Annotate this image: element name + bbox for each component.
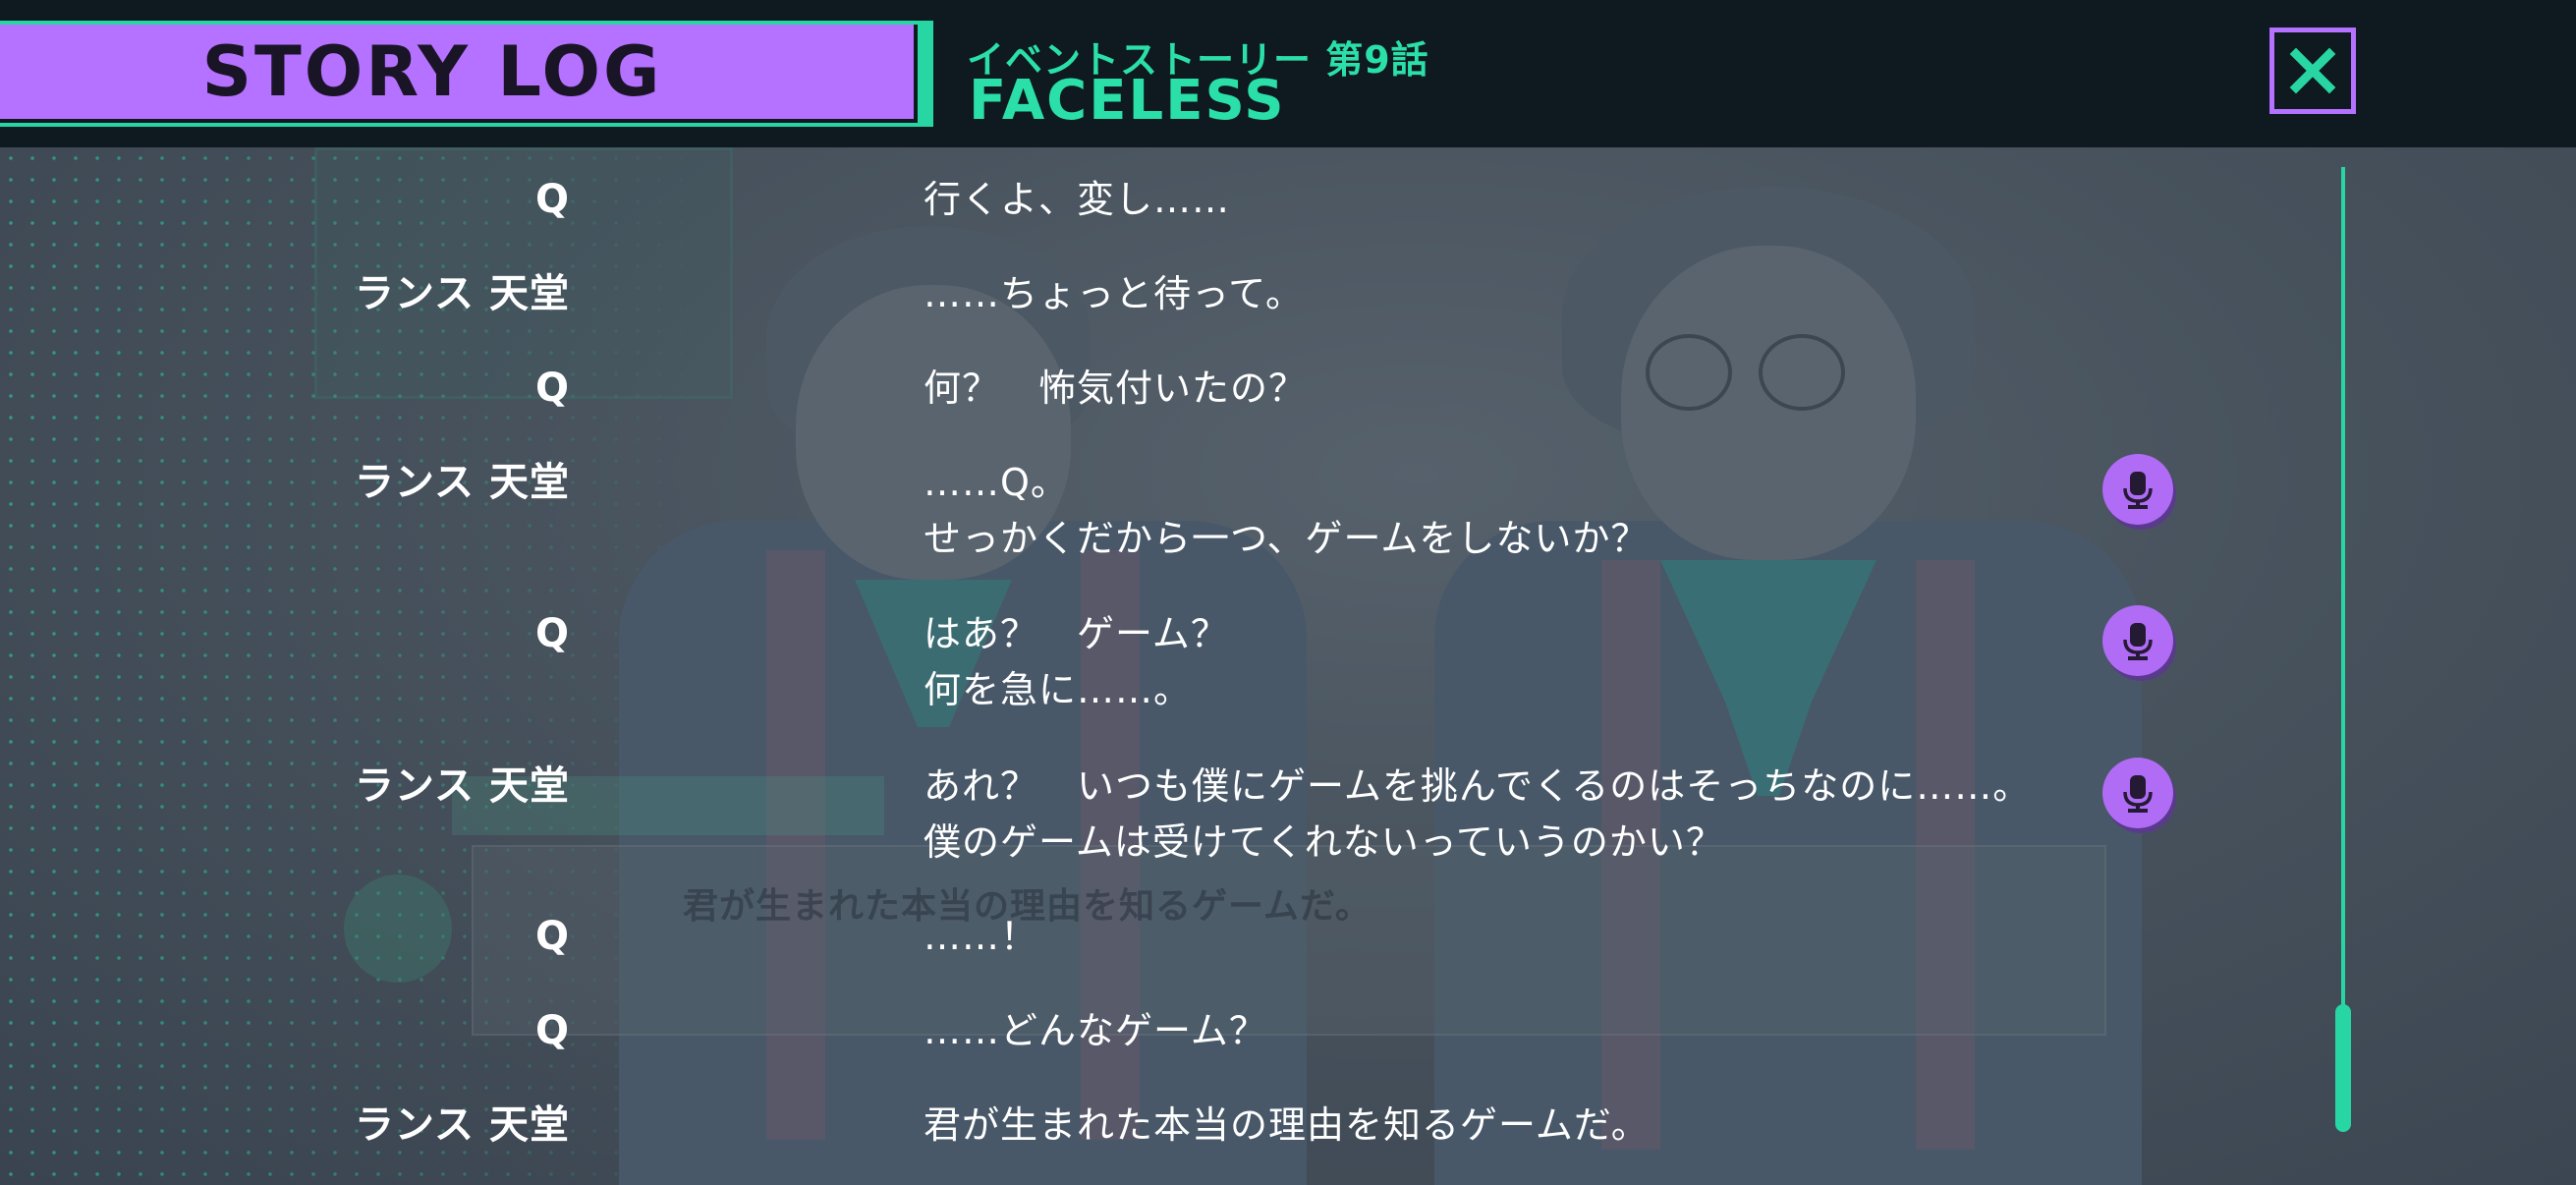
dialogue-line: 僕のゲームは受けてくれないっていうのかい？ xyxy=(924,820,1724,864)
page-title: STORY LOG xyxy=(201,31,663,112)
speaker-name: Q xyxy=(529,1008,570,1061)
dialogue-line: せっかくだから一つ、ゲームをしないか？ xyxy=(924,517,1650,560)
scrollbar-thumb[interactable] xyxy=(2335,1004,2351,1132)
dialogue-line: あれ？ いつも僕にゲームを挑んでくるのはそっちなのに……。 xyxy=(924,764,2032,808)
title-inner: STORY LOG xyxy=(0,25,918,123)
header-bar: STORY LOG イベントストーリー 第9話 FACELESS xyxy=(0,0,2576,147)
speaker-name: ランス 天堂 xyxy=(348,271,570,324)
voice-play-button[interactable] xyxy=(2102,454,2173,525)
dialogue-line: 何？ 怖気付いたの？ xyxy=(924,367,1308,410)
speaker-name: ランス 天堂 xyxy=(348,460,570,513)
dialogue-line: 行くよ、変し…… xyxy=(924,178,1231,221)
speaker-name: ランス 天堂 xyxy=(348,1102,570,1156)
voice-play-button[interactable] xyxy=(2102,605,2173,676)
dialogue-line: はあ？ ゲーム？ xyxy=(924,612,1229,655)
dialogue-line: ……どんなゲーム？ xyxy=(924,1009,1267,1052)
dialogue-line: ……！ xyxy=(924,915,1039,958)
close-icon xyxy=(2289,47,2336,94)
dialogue-line: 何を急に……。 xyxy=(924,668,1193,711)
voice-play-button[interactable] xyxy=(2102,758,2173,828)
title-plate: STORY LOG xyxy=(0,21,933,127)
dialogue-line: ……Q。 xyxy=(924,461,1069,504)
dialogue-line: 君が生まれた本当の理由を知るゲームだ。 xyxy=(924,1103,1650,1147)
speaker-name: Q xyxy=(529,366,570,419)
speaker-name: Q xyxy=(529,177,570,230)
microphone-icon xyxy=(2123,623,2153,660)
microphone-icon xyxy=(2123,775,2153,813)
speaker-name: Q xyxy=(529,914,570,967)
microphone-icon xyxy=(2123,472,2153,509)
dialogue-line: ……ちょっと待って。 xyxy=(924,272,1304,315)
speaker-name: ランス 天堂 xyxy=(348,763,570,817)
scrollbar-track[interactable] xyxy=(2341,167,2345,1130)
story-log-list[interactable]: Q 行くよ、変し…… ランス 天堂 ……ちょっと待って。 Q 何？ 怖気付いたの… xyxy=(0,147,2576,1185)
speaker-name: Q xyxy=(529,611,570,664)
episode-title: FACELESS xyxy=(969,69,1286,133)
close-button[interactable] xyxy=(2269,28,2356,114)
